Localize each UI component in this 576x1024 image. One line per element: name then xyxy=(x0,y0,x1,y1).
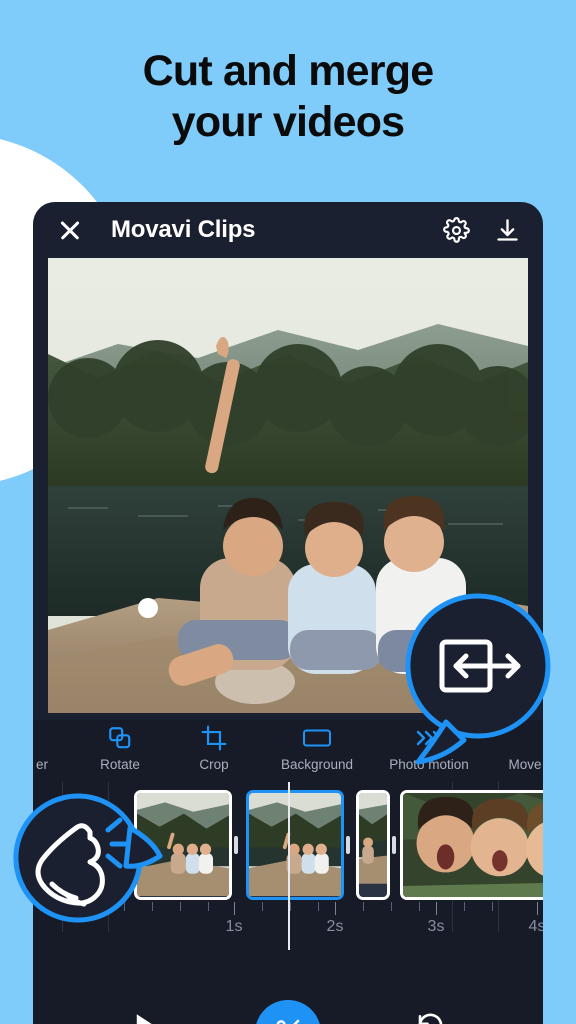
clip-gap-handle[interactable] xyxy=(234,836,238,854)
preview-handle-left[interactable] xyxy=(138,598,158,618)
tool-rotate[interactable]: Rotate xyxy=(73,720,167,772)
table-row[interactable] xyxy=(246,790,344,900)
side-strip-left xyxy=(0,925,33,1024)
tool-rotate-label: Rotate xyxy=(100,757,140,772)
headline-line-1: Cut and merge xyxy=(142,47,434,95)
rotate-icon xyxy=(73,724,167,752)
headline-line-2: your videos xyxy=(171,97,405,146)
tap-callout xyxy=(12,792,164,924)
clip-thumbnail xyxy=(249,793,341,897)
tool-crop-label: Crop xyxy=(199,757,229,772)
clip-gap-handle[interactable] xyxy=(346,836,350,854)
undo-button[interactable]: Undo xyxy=(402,1010,458,1024)
download-icon[interactable] xyxy=(494,217,521,244)
playhead[interactable] xyxy=(288,782,290,950)
app-header: Movavi Clips xyxy=(33,202,543,258)
table-row[interactable] xyxy=(356,790,390,900)
tool-background-label: Background xyxy=(280,757,354,772)
ruler-label: 1s xyxy=(225,918,243,935)
close-icon[interactable] xyxy=(55,215,85,245)
crop-icon xyxy=(167,724,261,752)
page-title: Cut and merge your videos xyxy=(0,46,576,147)
tool-filter[interactable]: er xyxy=(33,720,73,772)
side-strip-right xyxy=(543,925,576,1024)
play-button[interactable]: Play xyxy=(118,1012,174,1024)
clip-thumbnail xyxy=(403,793,543,897)
filter-icon xyxy=(33,724,73,752)
tool-crop[interactable]: Crop xyxy=(167,720,261,772)
background-icon xyxy=(261,724,373,752)
header-actions xyxy=(443,216,521,244)
ruler-label: 3s xyxy=(427,918,445,935)
cut-button[interactable] xyxy=(255,1000,321,1024)
table-row[interactable] xyxy=(400,790,543,900)
tool-background[interactable]: Background xyxy=(261,720,373,772)
move-callout xyxy=(404,592,552,770)
clip-thumbnail xyxy=(359,793,387,884)
app-title: Movavi Clips xyxy=(111,216,256,243)
bottom-bar: Play Undo xyxy=(33,982,543,1024)
scissors-icon xyxy=(273,1016,303,1024)
tool-filter-label: er xyxy=(35,757,48,772)
ruler-label: 4s xyxy=(528,918,543,935)
gear-icon[interactable] xyxy=(443,216,470,244)
ruler-label: 2s xyxy=(326,918,344,935)
clip-gap-handle[interactable] xyxy=(392,836,396,854)
